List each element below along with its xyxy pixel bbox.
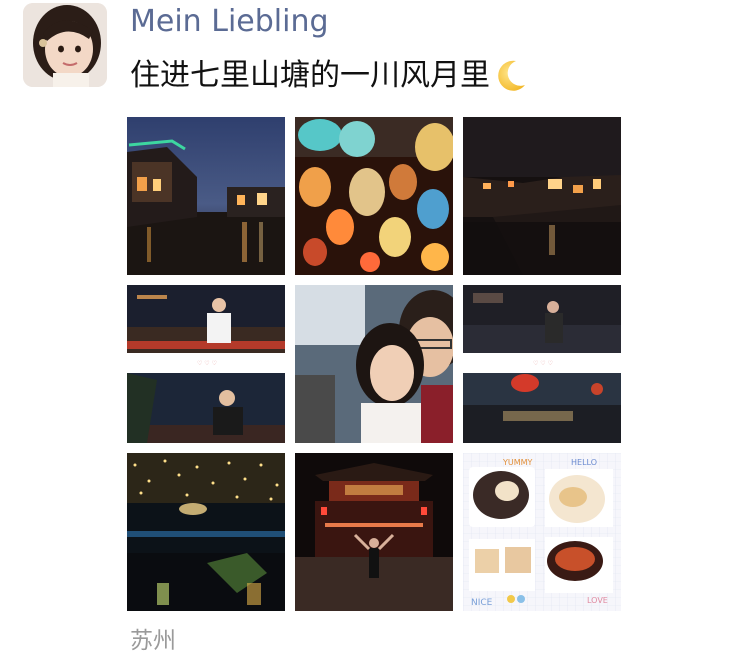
svg-text:♡ ♡ ♡: ♡ ♡ ♡ — [197, 360, 217, 367]
food-love-text: LOVE — [587, 596, 608, 605]
username[interactable]: Mein Liebling — [130, 2, 329, 42]
photo-canal-night[interactable] — [463, 117, 621, 275]
photo-lanterns[interactable] — [295, 117, 453, 275]
photo-grid: ♡ ♡ ♡ ♡ ♡ ♡ YUMMY HELLO NICE LOVE — [127, 117, 621, 611]
photo-couple-selfie[interactable] — [295, 285, 453, 443]
food-yummy-text: YUMMY — [502, 458, 533, 467]
photo-collage-canal-portraits[interactable]: ♡ ♡ ♡ — [127, 285, 285, 443]
food-nice-text: NICE — [471, 598, 493, 608]
location-text[interactable]: 苏州 — [130, 626, 176, 656]
moments-post: Mein Liebling 住进七里山塘的一川风月里 ♡ ♡ ♡ ♡ ♡ ♡ Y… — [0, 0, 747, 668]
photo-canal-dusk[interactable] — [127, 117, 285, 275]
photo-lights-bar[interactable] — [127, 453, 285, 611]
photo-collage-canal-lanterns[interactable]: ♡ ♡ ♡ — [463, 285, 621, 443]
post-text-content: 住进七里山塘的一川风月里 — [130, 58, 490, 93]
post-text: 住进七里山塘的一川风月里 — [130, 56, 528, 96]
photo-food-collage[interactable]: YUMMY HELLO NICE LOVE — [463, 453, 621, 611]
photo-pavilion[interactable] — [295, 453, 453, 611]
crescent-moon-icon — [492, 58, 528, 94]
avatar[interactable] — [23, 3, 107, 87]
food-hello-text: HELLO — [571, 458, 597, 467]
svg-text:♡ ♡ ♡: ♡ ♡ ♡ — [533, 360, 553, 367]
